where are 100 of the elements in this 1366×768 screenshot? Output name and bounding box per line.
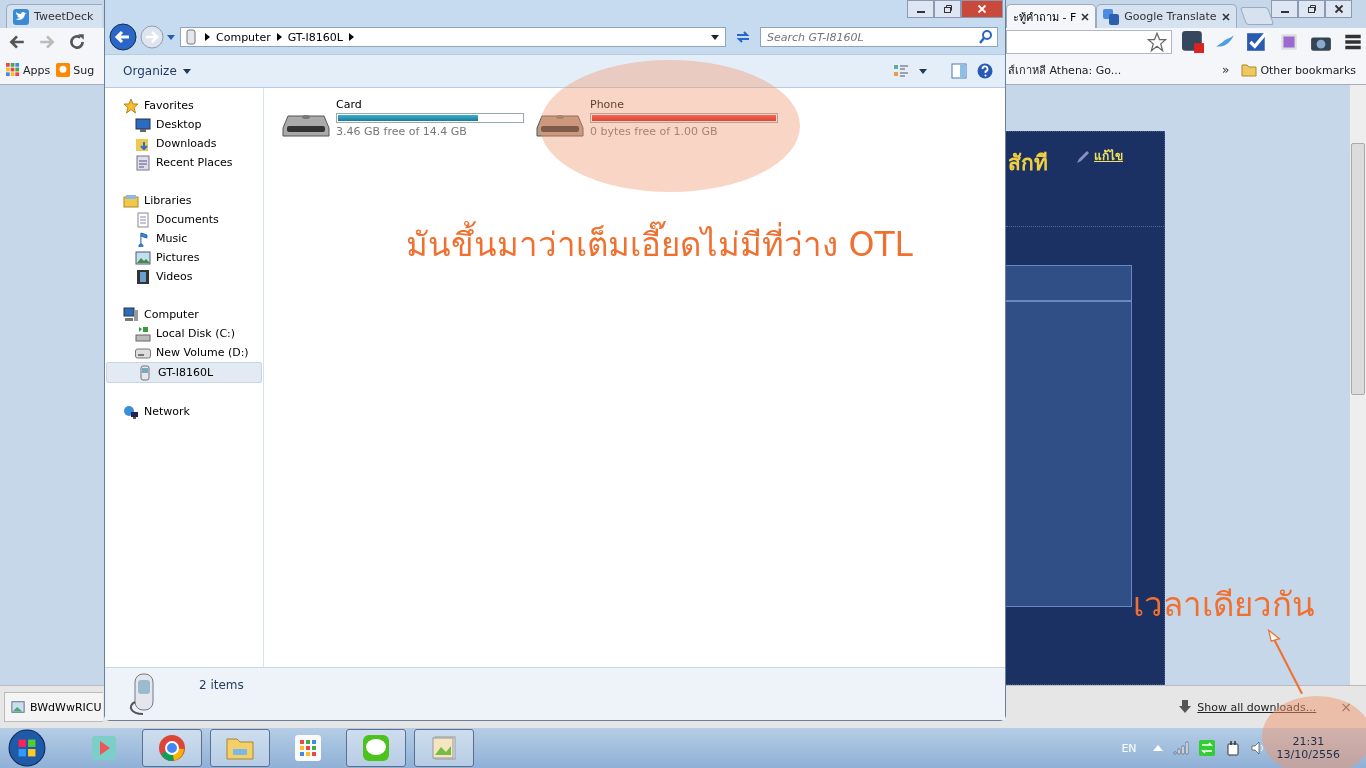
chat-bubble-icon <box>361 733 391 763</box>
translate-icon <box>1103 8 1120 25</box>
download-arrow-icon <box>1179 700 1192 714</box>
dropdown-caret-icon[interactable] <box>919 68 927 74</box>
taskbar-button[interactable] <box>414 729 474 767</box>
disk-drive-icon <box>135 325 151 342</box>
folder-icon <box>1241 62 1258 78</box>
lightbulb-icon <box>56 63 71 77</box>
star-icon <box>123 97 139 114</box>
nav-item[interactable]: Local Disk (C:) <box>105 324 263 343</box>
nav-item[interactable]: Documents <box>105 210 263 229</box>
free-space-text: 3.46 GB free of 14.4 GB <box>336 125 468 138</box>
free-space-text: 0 bytes free of 1.00 GB <box>590 125 719 138</box>
document-icon <box>135 211 151 228</box>
star-icon[interactable] <box>1147 32 1167 52</box>
film-icon <box>135 268 151 285</box>
item-count: 2 items <box>199 678 244 692</box>
checkmark-icon[interactable] <box>1246 31 1268 53</box>
bird-icon <box>13 8 29 25</box>
drive-tile[interactable]: Card 3.46 GB free of 14.4 GB <box>282 98 524 138</box>
edit-link[interactable]: แก้ไข <box>1094 146 1123 165</box>
help-icon[interactable] <box>977 63 993 79</box>
phone-icon <box>137 364 153 381</box>
library-folder-icon <box>123 192 139 209</box>
drive-name: Phone <box>590 98 626 111</box>
annotation-text: มันขึ้นมาว่าเต็มเอี๊ยดไม่มีที่ว่าง OTL <box>406 218 913 271</box>
nav-item[interactable]: Desktop <box>105 115 263 134</box>
picture-frame-icon[interactable] <box>1278 31 1300 53</box>
photos-icon <box>429 733 459 763</box>
drive-tile[interactable]: Phone 0 bytes free of 1.00 GB <box>536 98 778 138</box>
app-grid-icon[interactable] <box>293 733 323 763</box>
nav-item[interactable]: Videos <box>105 267 263 286</box>
nav-item[interactable]: Downloads <box>105 134 263 153</box>
nav-item[interactable]: Libraries <box>105 191 263 210</box>
page-heading: สักที <box>1008 150 1048 177</box>
browser-tab[interactable]: TweetDeck <box>6 4 102 28</box>
close-tab-icon[interactable] <box>1081 12 1090 21</box>
scrollbar[interactable] <box>1350 85 1366 685</box>
breadcrumb-item[interactable]: GT-I8160L <box>287 30 343 44</box>
refresh-icon[interactable] <box>735 29 751 45</box>
close-icon <box>977 4 987 14</box>
address-bar[interactable]: Computer GT-I8160L <box>180 27 726 47</box>
minimize-icon <box>1280 11 1289 13</box>
chevron-icon[interactable] <box>276 33 282 41</box>
maximize-button[interactable] <box>1298 0 1325 18</box>
clock[interactable]: 21:31 13/10/2556 <box>1276 735 1340 761</box>
nav-item[interactable]: Pictures <box>105 248 263 267</box>
nav-item[interactable]: Favorites <box>105 96 263 115</box>
nav-item[interactable]: New Volume (D:) <box>105 343 263 362</box>
search-field[interactable]: Search GT-I8160L <box>760 27 998 47</box>
nav-item[interactable]: Computer <box>105 305 263 324</box>
back-button-icon[interactable] <box>109 23 137 51</box>
network-icon <box>123 403 139 420</box>
caret-icon[interactable] <box>182 68 191 74</box>
show-all-downloads-link[interactable]: Show all downloads... <box>1197 700 1317 714</box>
taskbar-button[interactable] <box>210 729 270 767</box>
minimize-icon <box>916 11 925 13</box>
chevron-icon[interactable] <box>205 33 210 41</box>
browser-icon <box>157 733 187 763</box>
bookmark[interactable]: ส์เกาหลี Athena: Go... <box>1008 61 1122 79</box>
nav-item[interactable]: GT-I8160L <box>106 362 262 383</box>
monitor-icon <box>135 116 151 133</box>
bookmark-folder[interactable]: Other bookmarks <box>1241 62 1356 78</box>
phone-icon <box>183 29 199 45</box>
download-item[interactable]: BWdWwRICU <box>4 692 103 722</box>
restore-icon <box>1306 4 1317 14</box>
nav-item[interactable]: Network <box>105 402 263 421</box>
history-dropdown-icon[interactable] <box>167 34 175 40</box>
recent-places-icon <box>135 154 151 171</box>
more-bookmarks-button[interactable]: » <box>1222 63 1230 77</box>
browser-tab[interactable]: ะทู้คำถาม - F <box>1006 4 1097 28</box>
annotation-arrow <box>1267 628 1303 695</box>
power-plug-icon[interactable] <box>1224 740 1241 756</box>
computer-icon <box>123 306 139 323</box>
restore-icon <box>942 4 953 14</box>
minimize-button[interactable] <box>907 0 934 18</box>
breadcrumb-item[interactable]: Computer <box>216 30 271 44</box>
back-arrow-icon[interactable] <box>8 33 26 51</box>
close-tab-icon[interactable] <box>1221 12 1230 21</box>
app-grid-icon <box>6 63 20 77</box>
bookmark[interactable]: Apps <box>6 63 51 77</box>
reload-icon[interactable] <box>68 33 86 51</box>
close-button[interactable] <box>1325 0 1352 18</box>
drive-name: Card <box>336 98 363 111</box>
nav-item[interactable]: Music <box>105 229 263 248</box>
start-button-icon[interactable] <box>8 729 46 767</box>
taskbar-button[interactable] <box>142 729 202 767</box>
picture-icon <box>135 249 151 266</box>
bookmark[interactable]: Sug <box>56 63 95 77</box>
organize-menu[interactable]: Organize <box>123 64 191 78</box>
nav-item[interactable]: Recent Places <box>105 153 263 172</box>
minimize-button[interactable] <box>1271 0 1298 18</box>
dropdown-caret-icon[interactable] <box>711 34 719 40</box>
search-icon[interactable] <box>978 29 994 45</box>
browser-tab[interactable]: Google Translate <box>1096 4 1237 28</box>
chevron-icon[interactable] <box>348 33 354 41</box>
letter-t-icon[interactable] <box>1182 31 1204 53</box>
pencil-icon <box>1076 150 1090 164</box>
taskbar-button[interactable] <box>346 729 406 767</box>
maximize-button[interactable] <box>934 0 961 18</box>
